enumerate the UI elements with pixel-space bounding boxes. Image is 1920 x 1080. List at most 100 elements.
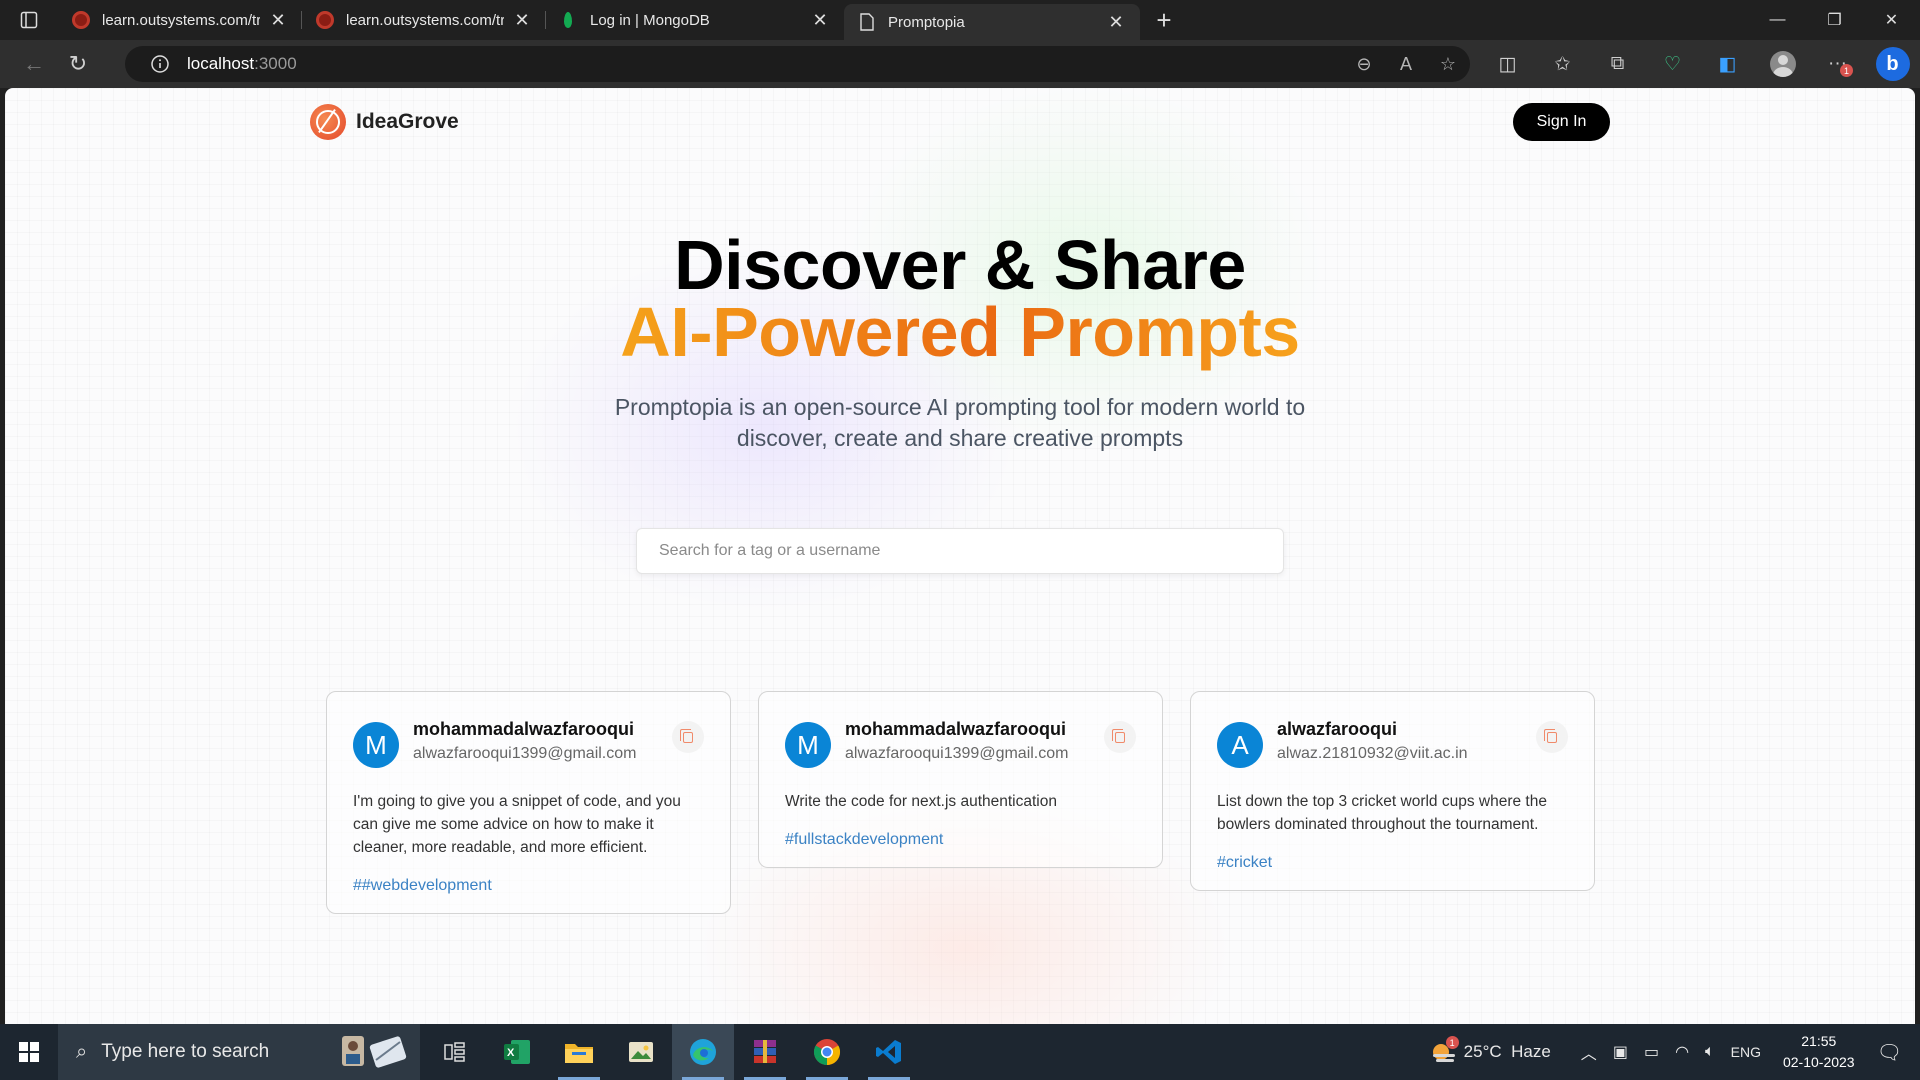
language-indicator[interactable]: ENG (1731, 1044, 1761, 1060)
copy-button[interactable] (1536, 721, 1568, 753)
refresh-button[interactable]: ↻ (56, 44, 100, 84)
read-aloud-icon[interactable]: A (1394, 54, 1418, 75)
zoom-out-icon[interactable]: ⊖ (1352, 54, 1376, 75)
search-input[interactable] (636, 528, 1284, 574)
card-email: alwazfarooqui1399@gmail.com (413, 745, 637, 762)
taskbar-photos[interactable] (610, 1024, 672, 1080)
taskbar-excel[interactable]: X (486, 1024, 548, 1080)
tab-mongodb[interactable]: Log in | MongoDB ✕ (546, 0, 844, 40)
card-tag-link[interactable]: ##webdevelopment (353, 877, 704, 895)
close-tab-icon[interactable]: ✕ (512, 10, 532, 30)
copy-button[interactable] (1104, 721, 1136, 753)
outsystems-favicon-icon (316, 11, 334, 29)
taskbar-apps: X (424, 1024, 920, 1080)
clock-date: 02-10-2023 (1782, 1054, 1855, 1070)
favorites-icon[interactable]: ✩ (1535, 44, 1590, 84)
copy-icon (680, 728, 693, 743)
start-button[interactable] (0, 1024, 58, 1080)
search-icon: ⌕ (76, 1040, 88, 1063)
site-info-icon[interactable] (143, 54, 177, 74)
toolbar-buttons: ◫ ✩ ⧉ ♡ ◧ ··· 1 b (1480, 44, 1920, 84)
close-tab-icon[interactable]: ✕ (268, 10, 288, 30)
edge-drop-icon[interactable]: ◧ (1700, 44, 1755, 84)
split-screen-icon[interactable]: ◫ (1480, 44, 1535, 84)
address-url: localhost:3000 (187, 54, 297, 73)
tab-title: learn.outsystems.com/training/jo (346, 11, 504, 29)
weather-text: 25°C Haze (1463, 1042, 1551, 1061)
copy-button[interactable] (672, 721, 704, 753)
taskbar-chrome[interactable] (796, 1024, 858, 1080)
tab-title: learn.outsystems.com/training/jo (102, 11, 260, 29)
card-username[interactable]: mohammadalwazfarooqui (845, 718, 1104, 740)
address-bar[interactable]: localhost:3000 ⊖ A ☆ (125, 46, 1470, 82)
settings-menu-button[interactable]: ··· 1 (1810, 44, 1865, 84)
show-hidden-icons-chevron-icon[interactable]: ︿ (1581, 1040, 1597, 1064)
card-username[interactable]: mohammadalwazfarooqui (413, 718, 672, 740)
close-tab-icon[interactable]: ✕ (1106, 12, 1126, 32)
meet-now-icon[interactable]: ▣ (1613, 1042, 1628, 1062)
collections-icon[interactable]: ⧉ (1590, 44, 1645, 84)
clock[interactable]: 21:55 02-10-2023 (1783, 1031, 1855, 1073)
browser-toolbar: ← ↻ localhost:3000 ⊖ A ☆ ◫ ✩ ⧉ ♡ ◧ ··· 1… (0, 40, 1920, 88)
search-highlight-icon (342, 1036, 407, 1068)
taskbar-search-box[interactable]: ⌕ Type here to search (58, 1024, 420, 1080)
volume-icon[interactable]: 🔈︎ (1705, 1043, 1715, 1061)
prompt-card: M mohammadalwazfarooqui alwazfarooqui139… (326, 691, 731, 914)
bing-icon: b (1875, 47, 1910, 81)
card-email: alwazfarooqui1399@gmail.com (845, 745, 1069, 762)
user-avatar[interactable]: A (1217, 722, 1263, 768)
prompt-card: A alwazfarooqui alwaz.21810932@viit.ac.i… (1190, 691, 1595, 891)
card-email: alwaz.21810932@viit.ac.in (1277, 745, 1468, 762)
task-view-icon (444, 1042, 465, 1062)
new-tab-button[interactable]: + (1144, 0, 1184, 40)
browser-essentials-icon[interactable]: ♡ (1645, 44, 1700, 84)
user-avatar[interactable]: M (785, 722, 831, 768)
restore-button[interactable]: ❐ (1806, 0, 1863, 40)
taskbar-file-explorer[interactable] (548, 1024, 610, 1080)
tab-outsystems-2[interactable]: learn.outsystems.com/training/jo ✕ (302, 0, 546, 40)
outsystems-favicon-icon (72, 11, 90, 29)
battery-icon[interactable]: ▭ (1644, 1042, 1659, 1062)
close-tab-icon[interactable]: ✕ (810, 10, 830, 30)
tab-promptopia[interactable]: Promptopia ✕ (844, 4, 1140, 40)
profile-button[interactable] (1755, 44, 1810, 84)
sign-in-button[interactable]: Sign In (1513, 103, 1610, 141)
taskbar-edge[interactable] (672, 1024, 734, 1080)
user-avatar[interactable]: M (353, 722, 399, 768)
weather-badge: 1 (1445, 1036, 1459, 1049)
copy-icon (1544, 728, 1557, 743)
site-logo[interactable]: IdeaGrove (310, 104, 459, 140)
weather-widget[interactable]: 1 25°C Haze (1430, 1036, 1551, 1064)
card-username[interactable]: alwazfarooqui (1277, 718, 1536, 740)
hero-heading: Discover & Share (674, 226, 1246, 304)
card-tag-link[interactable]: #fullstackdevelopment (785, 831, 1136, 849)
bing-copilot-button[interactable]: b (1865, 44, 1920, 84)
tab-actions-button[interactable] (0, 0, 58, 40)
minimize-button[interactable]: — (1749, 0, 1806, 40)
card-tag-link[interactable]: #cricket (1217, 854, 1568, 872)
task-view-button[interactable] (424, 1024, 486, 1080)
card-prompt-text: I'm going to give you a snippet of code,… (353, 793, 681, 856)
notification-center-icon[interactable]: 🗨︎ (1877, 1040, 1902, 1065)
back-button[interactable]: ← (12, 44, 56, 84)
tab-outsystems-1[interactable]: learn.outsystems.com/training/jo ✕ (58, 0, 302, 40)
excel-icon: X (504, 1040, 530, 1064)
hero-subheading: AI-Powered Prompts (620, 293, 1300, 371)
image-viewer-icon (629, 1042, 653, 1062)
copy-icon (1112, 728, 1125, 743)
windows-taskbar: ⌕ Type here to search X 1 25°C Haze ︿ ▣ … (0, 1024, 1920, 1080)
taskbar-winrar[interactable] (734, 1024, 796, 1080)
window-controls: — ❐ ✕ (1749, 0, 1920, 40)
logo-text: IdeaGrove (356, 110, 459, 133)
logo-icon (310, 104, 346, 140)
mongodb-leaf-icon (564, 12, 572, 28)
taskbar-vscode[interactable] (858, 1024, 920, 1080)
folder-icon (565, 1044, 593, 1063)
browser-tab-strip: learn.outsystems.com/training/jo ✕ learn… (0, 0, 1920, 40)
wifi-icon[interactable]: ◠ (1675, 1042, 1689, 1062)
system-tray: 1 25°C Haze ︿ ▣ ▭ ◠ 🔈︎ ENG 21:55 02-10-2… (1422, 1024, 1920, 1080)
favorite-star-icon[interactable]: ☆ (1436, 54, 1460, 75)
profile-avatar-icon (1769, 51, 1796, 77)
close-window-button[interactable]: ✕ (1863, 0, 1920, 40)
card-prompt-text: List down the top 3 cricket world cups w… (1217, 793, 1547, 833)
